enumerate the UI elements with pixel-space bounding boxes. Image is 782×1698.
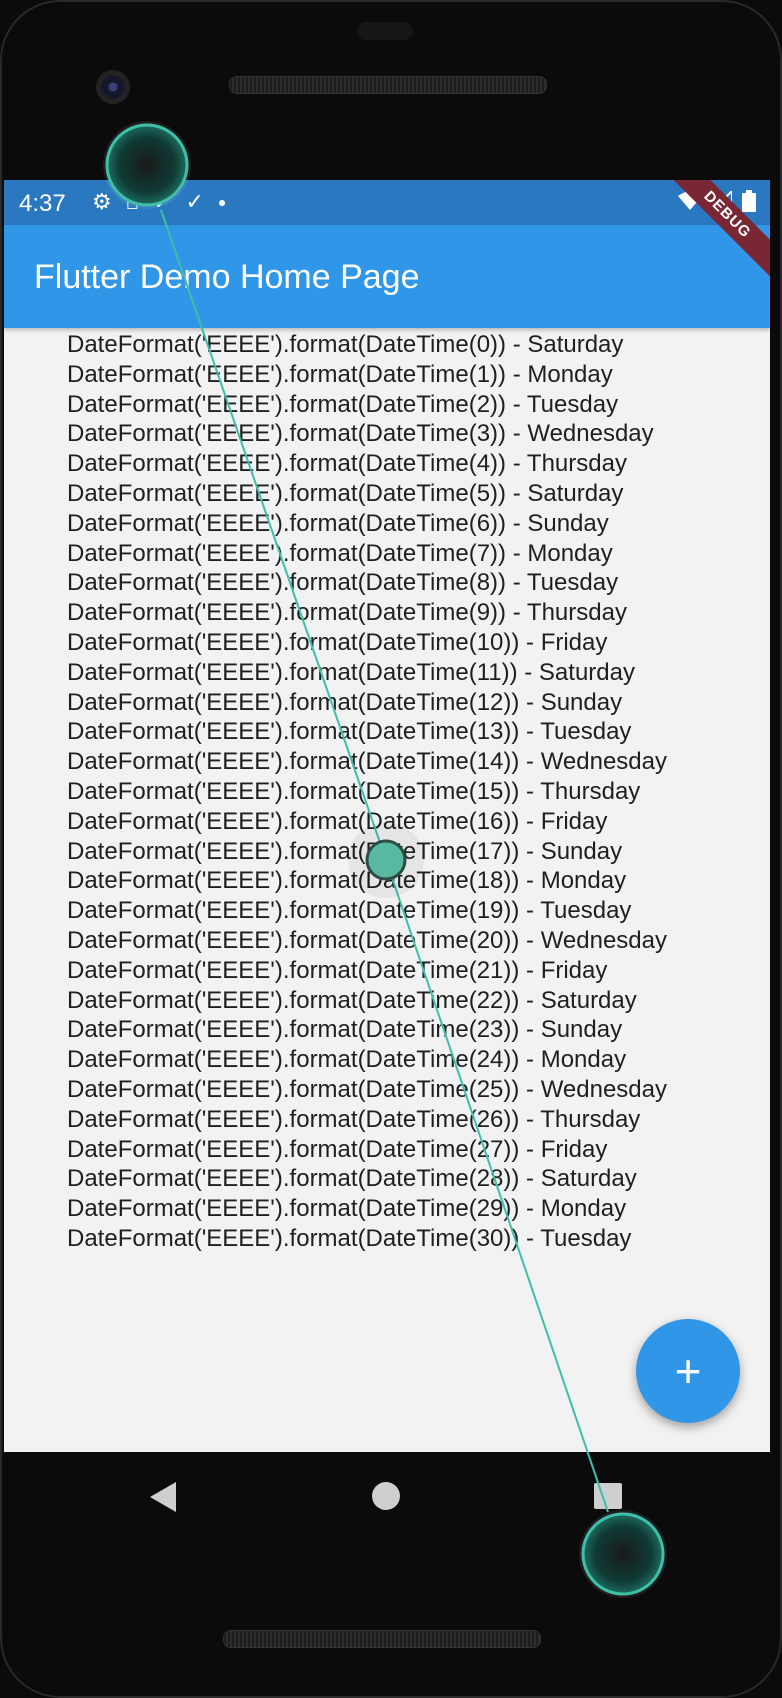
list-item: DateFormat('EEEE').format(DateTime(2)) -… xyxy=(67,390,619,418)
screen: 4:37 ⚙ ⌂ ✓ ✓ ● Flutter Demo Home Page DE… xyxy=(4,180,770,1452)
list-item: DateFormat('EEEE').format(DateTime(23)) … xyxy=(67,1016,623,1044)
back-icon[interactable] xyxy=(150,1482,176,1512)
check-icon: ✓ xyxy=(153,189,172,214)
list-item: DateFormat('EEEE').format(DateTime(7)) -… xyxy=(67,539,613,567)
home-icon: ⌂ xyxy=(125,189,140,214)
list-item: DateFormat('EEEE').format(DateTime(16)) … xyxy=(67,807,608,835)
list-item: DateFormat('EEEE').format(DateTime(11)) … xyxy=(67,658,635,686)
list-item: DateFormat('EEEE').format(DateTime(19)) … xyxy=(67,897,632,925)
check-icon: ✓ xyxy=(185,189,204,214)
list-item: DateFormat('EEEE').format(DateTime(20)) … xyxy=(67,926,667,954)
list-item: DateFormat('EEEE').format(DateTime(8)) -… xyxy=(67,569,619,597)
front-camera-icon xyxy=(96,70,130,104)
date-list[interactable]: DateFormat('EEEE').format(DateTime(0)) -… xyxy=(4,328,770,1254)
list-item: DateFormat('EEEE').format(DateTime(17)) … xyxy=(67,837,623,865)
list-item: DateFormat('EEEE').format(DateTime(27)) … xyxy=(67,1135,608,1163)
list-item: DateFormat('EEEE').format(DateTime(10)) … xyxy=(67,628,608,656)
page-title: Flutter Demo Home Page xyxy=(34,258,420,296)
home-button-icon[interactable] xyxy=(372,1482,400,1510)
list-item: DateFormat('EEEE').format(DateTime(29)) … xyxy=(67,1195,627,1223)
plus-icon: + xyxy=(674,1345,702,1397)
list-item: DateFormat('EEEE').format(DateTime(25)) … xyxy=(67,1075,667,1103)
list-item: DateFormat('EEEE').format(DateTime(15)) … xyxy=(67,777,641,805)
list-item: DateFormat('EEEE').format(DateTime(0)) -… xyxy=(67,331,624,358)
list-item: DateFormat('EEEE').format(DateTime(13)) … xyxy=(67,718,632,746)
list-item: DateFormat('EEEE').format(DateTime(28)) … xyxy=(67,1165,637,1193)
status-icons-left: ⚙ ⌂ ✓ ✓ ● xyxy=(92,190,226,214)
list-item: DateFormat('EEEE').format(DateTime(24)) … xyxy=(67,1046,627,1074)
list-item: DateFormat('EEEE').format(DateTime(18)) … xyxy=(67,867,627,895)
list-item: DateFormat('EEEE').format(DateTime(26)) … xyxy=(67,1105,641,1133)
list-item: DateFormat('EEEE').format(DateTime(5)) -… xyxy=(67,479,624,507)
bottom-speaker xyxy=(223,1630,541,1648)
list-item: DateFormat('EEEE').format(DateTime(6)) -… xyxy=(67,509,609,537)
list-item: DateFormat('EEEE').format(DateTime(1)) -… xyxy=(67,360,613,388)
list-item: DateFormat('EEEE').format(DateTime(9)) -… xyxy=(67,599,627,627)
add-button[interactable]: + xyxy=(636,1319,740,1423)
device: 4:37 ⚙ ⌂ ✓ ✓ ● Flutter Demo Home Page DE… xyxy=(0,0,782,1698)
list-item: DateFormat('EEEE').format(DateTime(30)) … xyxy=(67,1224,632,1252)
status-time: 4:37 xyxy=(19,190,66,217)
list-item: DateFormat('EEEE').format(DateTime(22)) … xyxy=(67,986,637,1014)
proximity-sensor xyxy=(357,22,413,40)
status-bar: 4:37 ⚙ ⌂ ✓ ✓ ● xyxy=(4,180,770,225)
list-item: DateFormat('EEEE').format(DateTime(14)) … xyxy=(67,748,667,776)
app-bar: Flutter Demo Home Page xyxy=(4,225,770,328)
list-item: DateFormat('EEEE').format(DateTime(3)) -… xyxy=(67,420,654,448)
gear-icon: ⚙ xyxy=(92,189,112,214)
navigation-bar xyxy=(4,1452,770,1542)
list-item: DateFormat('EEEE').format(DateTime(21)) … xyxy=(67,956,608,984)
earpiece-speaker xyxy=(229,76,547,94)
list-item: DateFormat('EEEE').format(DateTime(12)) … xyxy=(67,688,623,716)
dot-icon: ● xyxy=(217,194,227,210)
recents-icon[interactable] xyxy=(594,1483,622,1509)
list-item: DateFormat('EEEE').format(DateTime(4)) -… xyxy=(67,450,627,478)
